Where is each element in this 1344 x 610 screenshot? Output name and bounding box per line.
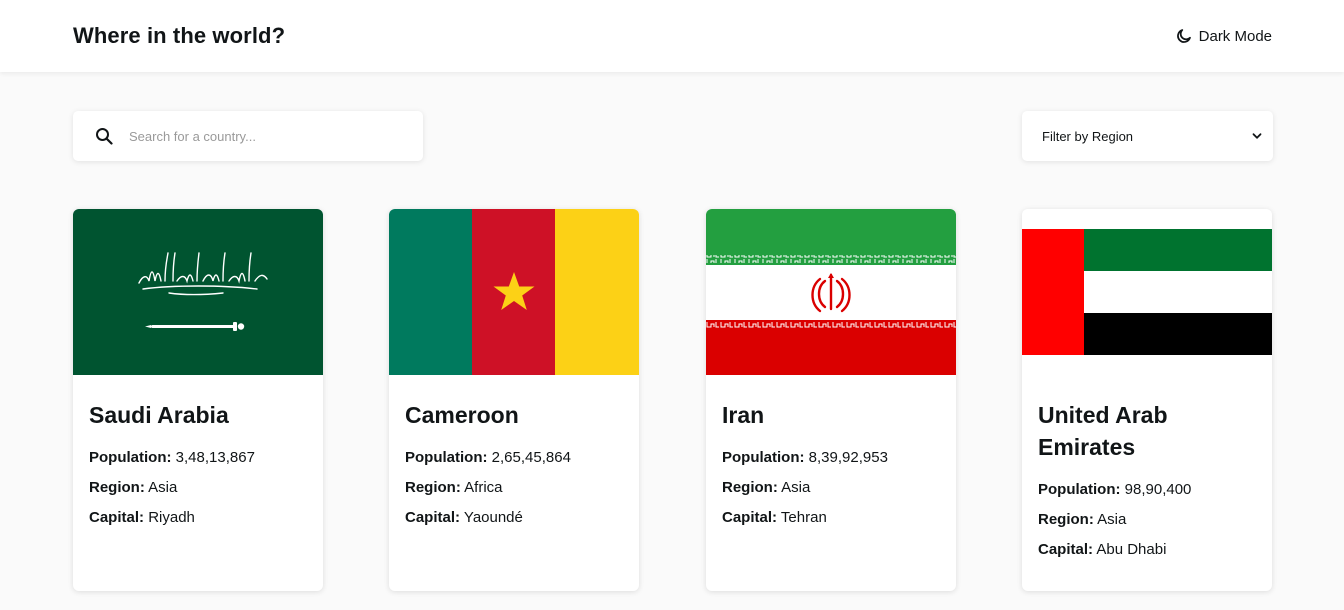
capital-label: Capital: (405, 509, 461, 526)
country-name: Cameroon (405, 402, 519, 428)
search-input[interactable] (129, 121, 399, 151)
country-name: United Arab Emirates (1038, 402, 1168, 460)
country-card[interactable]: Saudi Arabia Population: 3,48,13,867 Reg… (73, 209, 323, 591)
region-value: Africa (464, 479, 503, 496)
capital-line: Capital: Tehran (722, 503, 940, 533)
search-box[interactable] (73, 111, 423, 161)
region-filter-label: Filter by Region (1042, 128, 1134, 144)
region-line: Region: Asia (722, 473, 940, 503)
country-name: Iran (722, 402, 765, 428)
population-label: Population: (89, 449, 172, 466)
population-label: Population: (722, 449, 805, 466)
population-line: Population: 3,48,13,867 (89, 443, 307, 473)
population-label: Population: (1038, 481, 1121, 498)
capital-value: Riyadh (148, 509, 195, 526)
region-line: Region: Africa (405, 473, 623, 503)
region-label: Region: (405, 479, 461, 496)
saudi-arabia-flag-image (73, 209, 323, 375)
region-filter-select[interactable]: Filter by Region (1022, 111, 1273, 161)
capital-value: Tehran (780, 509, 827, 526)
population-line: Population: 8,39,92,953 (722, 443, 940, 473)
country-name: Saudi Arabia (89, 402, 229, 428)
iran-flag-image (706, 209, 956, 375)
population-value: 2,65,45,864 (491, 449, 571, 466)
capital-value: Abu Dhabi (1096, 541, 1167, 558)
region-label: Region: (1038, 511, 1094, 528)
dark-mode-label: Dark Mode (1198, 27, 1272, 45)
population-value: 8,39,92,953 (808, 449, 888, 466)
capital-label: Capital: (722, 509, 778, 526)
capital-line: Capital: Riyadh (89, 503, 307, 533)
population-label: Population: (405, 449, 488, 466)
moon-icon (1176, 29, 1191, 43)
region-label: Region: (722, 479, 778, 496)
population-line: Population: 98,90,400 (1038, 475, 1256, 505)
region-value: Asia (781, 479, 811, 496)
country-card[interactable]: Iran Population: 8,39,92,953 Region: Asi… (706, 209, 956, 591)
population-value: 98,90,400 (1124, 481, 1192, 498)
capital-line: Capital: Yaoundé (405, 503, 623, 533)
region-value: Asia (1097, 511, 1127, 528)
region-label: Region: (89, 479, 145, 496)
top-header: Where in the world? Dark Mode (0, 0, 1344, 72)
population-value: 3,48,13,867 (175, 449, 255, 466)
capital-line: Capital: Abu Dhabi (1038, 535, 1256, 565)
chevron-down-icon (1251, 130, 1263, 142)
dark-mode-toggle[interactable]: Dark Mode (1176, 27, 1272, 45)
region-line: Region: Asia (89, 473, 307, 503)
region-value: Asia (148, 479, 178, 496)
united-arab-emirates-flag-image (1022, 209, 1272, 375)
search-icon (95, 127, 113, 145)
app-title: Where in the world? (73, 23, 286, 48)
capital-label: Capital: (1038, 541, 1094, 558)
region-line: Region: Asia (1038, 505, 1256, 535)
cameroon-flag-image (389, 209, 639, 375)
capital-value: Yaoundé (463, 509, 523, 526)
country-card[interactable]: United Arab Emirates Population: 98,90,4… (1022, 209, 1272, 591)
capital-label: Capital: (89, 509, 145, 526)
country-card[interactable]: Cameroon Population: 2,65,45,864 Region:… (389, 209, 639, 591)
population-line: Population: 2,65,45,864 (405, 443, 623, 473)
